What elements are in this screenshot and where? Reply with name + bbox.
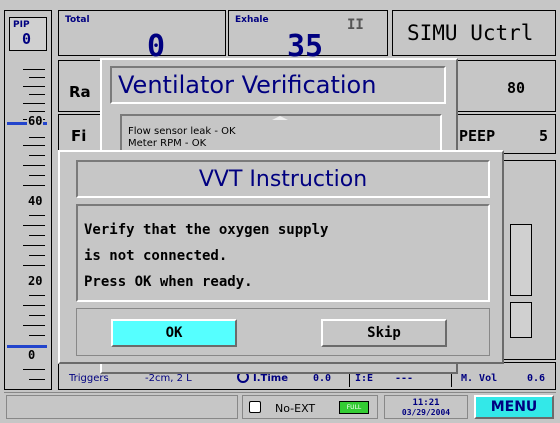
rate-label: Ra bbox=[69, 83, 91, 101]
vvt-instruction-dialog: VVT Instruction Verify that the oxygen s… bbox=[58, 150, 504, 364]
status-left-blank bbox=[6, 395, 238, 419]
total-box: Total 0 bbox=[58, 10, 226, 64]
itime-value: 0.0 bbox=[313, 373, 332, 384]
mode-title-box: SIMU Uctrl bbox=[392, 10, 556, 56]
triggers-label: Triggers bbox=[69, 373, 109, 384]
verification-log: Flow sensor leak - OK Meter RPM - OK bbox=[120, 114, 442, 154]
vvt-instruction-titlebar: VVT Instruction bbox=[76, 160, 490, 198]
pip-value: 0 bbox=[22, 30, 32, 48]
battery-icon: FULL bbox=[339, 401, 369, 414]
clock-box: 11:21 03/29/2004 bbox=[384, 395, 468, 419]
verification-log-line-2: Meter RPM - OK bbox=[128, 138, 207, 149]
no-ext-label: No-EXT bbox=[275, 402, 316, 415]
ok-button[interactable]: OK bbox=[111, 319, 237, 347]
peep-value: 5 bbox=[539, 127, 549, 145]
scale-label-20: 20 bbox=[27, 274, 44, 288]
ok-button-label: OK bbox=[165, 325, 183, 341]
scale-track: 60 40 20 0 bbox=[5, 55, 53, 389]
exhale-label: Exhale bbox=[235, 15, 269, 25]
ie-label: I:E bbox=[355, 373, 374, 384]
ventilator-verification-titlebar: Ventilator Verification bbox=[110, 66, 446, 104]
exhale-box: Exhale II 35 bbox=[228, 10, 388, 64]
scale-label-40: 40 bbox=[27, 194, 44, 208]
menu-button[interactable]: MENU bbox=[474, 395, 554, 419]
mode-title: SIMU Uctrl bbox=[407, 21, 534, 45]
power-plug-icon bbox=[249, 401, 261, 413]
battery-label: FULL bbox=[346, 404, 362, 411]
skip-button-label: Skip bbox=[367, 325, 401, 341]
vvt-instruction-title: VVT Instruction bbox=[198, 166, 368, 192]
right-side-box-2 bbox=[510, 302, 532, 338]
verification-log-line-1: Flow sensor leak - OK bbox=[128, 126, 236, 137]
no-ext-box: No-EXT FULL bbox=[242, 395, 378, 419]
ie-value: --- bbox=[395, 373, 414, 384]
vvt-message-line-2: is not connected. bbox=[84, 248, 228, 264]
clock-date: 03/29/2004 bbox=[401, 408, 451, 417]
vvt-message-line-3: Press OK when ready. bbox=[84, 274, 253, 290]
pressure-scale-panel: PIP 0 60 40 20 0 bbox=[4, 10, 52, 390]
pause-icon: II bbox=[347, 17, 364, 33]
peep-label: PEEP bbox=[459, 127, 496, 145]
pip-box: PIP 0 bbox=[9, 17, 47, 51]
vvt-message-area: Verify that the oxygen supply is not con… bbox=[76, 204, 490, 302]
mvol-label: M. Vol bbox=[461, 373, 498, 384]
vvt-message-line-1: Verify that the oxygen supply bbox=[84, 222, 329, 238]
ventilator-verification-title: Ventilator Verification bbox=[118, 71, 377, 99]
fio2-label: Fi bbox=[71, 127, 87, 145]
menu-label: MENU bbox=[490, 399, 538, 415]
scroll-up-icon[interactable] bbox=[272, 116, 288, 120]
vvt-button-bar: OK Skip bbox=[76, 308, 490, 356]
baseline-marker bbox=[7, 345, 47, 348]
triggers-value: -2cm, 2 L bbox=[145, 373, 192, 384]
skip-button[interactable]: Skip bbox=[321, 319, 447, 347]
scale-label-60: 60 bbox=[27, 114, 44, 128]
mvol-value: 0.6 bbox=[527, 373, 546, 384]
itime-label: I.Time bbox=[253, 373, 288, 384]
total-label: Total bbox=[65, 15, 90, 25]
right-side-box-1 bbox=[510, 224, 532, 296]
rate-value: 80 bbox=[507, 79, 526, 97]
scale-label-0: 0 bbox=[27, 348, 37, 362]
status-bar: No-EXT FULL 11:21 03/29/2004 MENU bbox=[4, 392, 556, 420]
clock-time: 11:21 bbox=[412, 398, 440, 408]
pip-label: PIP bbox=[13, 20, 30, 30]
